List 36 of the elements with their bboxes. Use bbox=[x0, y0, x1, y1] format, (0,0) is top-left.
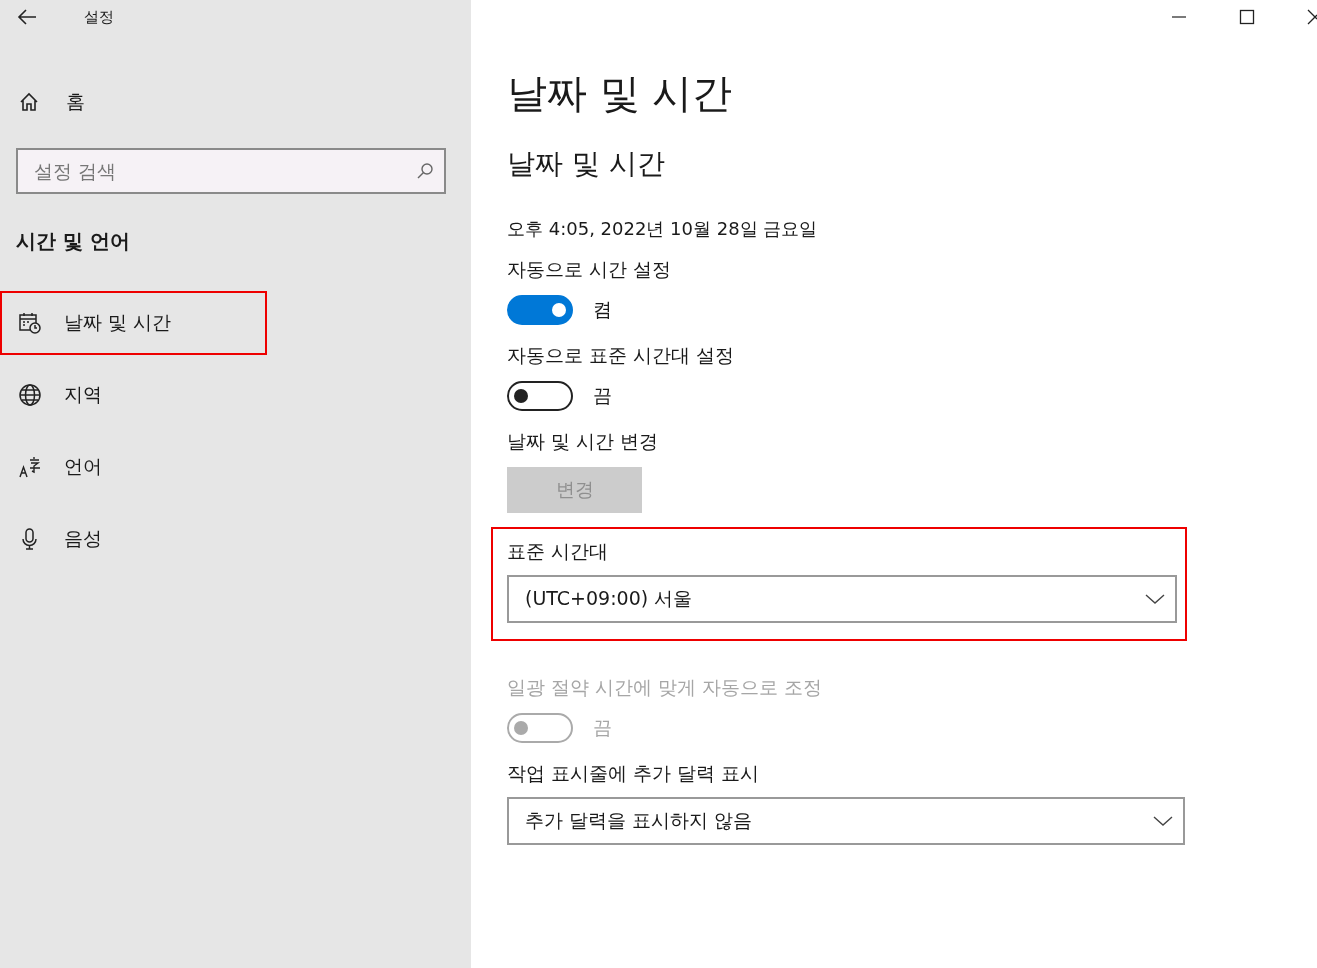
section-heading: 시간 및 언어 bbox=[15, 228, 131, 255]
chevron-down-icon bbox=[1153, 815, 1173, 827]
maximize-icon bbox=[1239, 9, 1255, 25]
nav-item[interactable]: 언어 bbox=[0, 435, 267, 499]
search-field[interactable]: 설정 검색 bbox=[16, 148, 446, 194]
search-icon bbox=[416, 162, 434, 180]
setting-label: 날짜 및 시간 변경 bbox=[507, 429, 660, 454]
setting-label: 자동으로 시간 설정 bbox=[507, 257, 673, 282]
close-icon bbox=[1307, 9, 1317, 25]
dropdown[interactable]: 추가 달력을 표시하지 않음 bbox=[507, 797, 1185, 845]
window-title: 설정 bbox=[84, 7, 114, 27]
section-title: 날짜 및 시간 bbox=[507, 146, 666, 182]
setting-label: 표준 시간대 bbox=[507, 539, 610, 564]
chevron-down-icon bbox=[1145, 593, 1165, 605]
setting-label: 자동으로 표준 시간대 설정 bbox=[507, 343, 736, 368]
minimize-icon bbox=[1171, 16, 1187, 18]
toggle-switch[interactable] bbox=[507, 295, 573, 325]
toggle-state: 끔 bbox=[593, 715, 612, 740]
home-icon bbox=[18, 91, 40, 113]
home-nav-item[interactable]: 홈 bbox=[0, 70, 267, 134]
toggle-state: 켬 bbox=[593, 297, 612, 322]
current-date-time: 오후 4:05, 2022년 10월 28일 금요일 bbox=[507, 217, 819, 241]
back-arrow-icon bbox=[17, 9, 37, 25]
globe-icon bbox=[18, 383, 42, 407]
toggle-state: 끔 bbox=[593, 383, 612, 408]
dropdown[interactable]: (UTC+09:00) 서울 bbox=[507, 575, 1177, 623]
toggle-switch[interactable] bbox=[507, 381, 573, 411]
nav-item[interactable]: 음성 bbox=[0, 507, 267, 571]
page-title: 날짜 및 시간 bbox=[507, 69, 734, 118]
setting-label: 작업 표시줄에 추가 달력 표시 bbox=[507, 761, 761, 786]
back-button[interactable] bbox=[17, 9, 39, 25]
setting-label: 일광 절약 시간에 맞게 자동으로 조정 bbox=[507, 675, 824, 700]
nav-item[interactable]: 날짜 및 시간 bbox=[0, 291, 267, 355]
calendar-clock-icon bbox=[18, 311, 42, 335]
nav-item[interactable]: 지역 bbox=[0, 363, 267, 427]
language-icon bbox=[18, 455, 42, 479]
